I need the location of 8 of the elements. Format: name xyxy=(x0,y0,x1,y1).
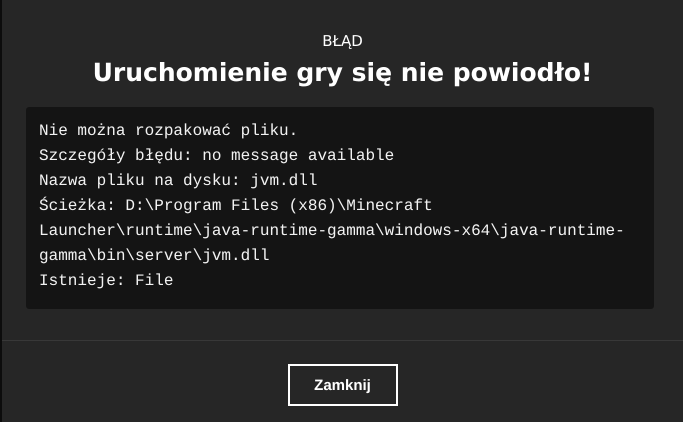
error-detail-line: Istnieje: File xyxy=(39,271,174,292)
error-detail-line: Szczegóły błędu: no message available xyxy=(39,146,396,167)
dialog-label: BŁĄD xyxy=(322,32,363,50)
error-detail-line: Nazwa pliku na dysku: jvm.dll xyxy=(39,171,318,192)
error-detail-line: Ścieżka: D:\Program Files (x86)\Minecraft Launcher\runtime\java-runtime-gamma\windows-x64\java-runtime-gamma\bin\server\jvm.dll xyxy=(39,196,626,267)
dialog-title: Uruchomienie gry się nie powiodło! xyxy=(92,57,592,89)
error-detail-line: Nie można rozpakować pliku. xyxy=(39,121,300,142)
close-button[interactable]: Zamknij xyxy=(288,364,398,406)
